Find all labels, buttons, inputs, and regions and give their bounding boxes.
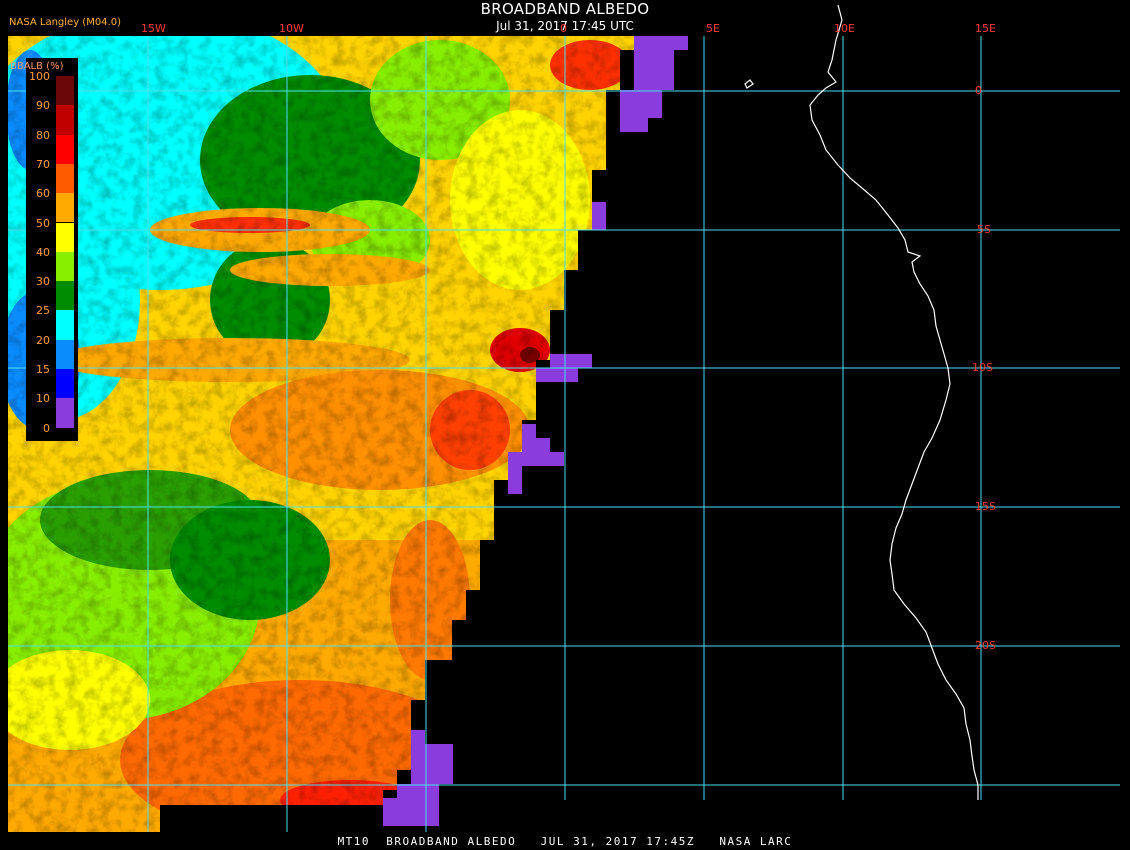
no-data-block: [397, 784, 439, 798]
lat-label-15s: 15S: [975, 500, 996, 513]
legend-label: 60: [36, 187, 50, 201]
no-data-block: [411, 744, 453, 784]
coastline: [744, 4, 979, 800]
legend-swatch: [56, 163, 74, 194]
coastline-island: [744, 79, 754, 89]
lon-label-10e: 10E: [834, 22, 855, 35]
legend-label: 50: [36, 216, 50, 230]
legend-swatch: [56, 134, 74, 164]
legend-swatch: [56, 310, 74, 340]
legend-label: 70: [36, 157, 50, 171]
no-data-block: [634, 50, 674, 90]
legend-swatch: [56, 369, 74, 399]
no-data-block: [620, 90, 662, 118]
no-data-block: [522, 424, 536, 438]
no-data-block: [522, 438, 550, 452]
lat-label-20s: 20S: [975, 639, 996, 652]
no-data-block: [634, 36, 688, 50]
lat-label-10s: 10S: [972, 361, 993, 374]
footer-caption: MT10 BROADBAND ALBEDO JUL 31, 2017 17:45…: [337, 835, 793, 848]
legend-label: 100: [29, 70, 50, 83]
legend-swatch: [56, 105, 74, 135]
lon-label-5e: 5E: [706, 22, 720, 35]
legend-label: 0: [43, 421, 50, 435]
legend-swatch: [56, 339, 74, 369]
no-data-block: [550, 354, 592, 368]
lon-label-15e: 15E: [975, 22, 996, 35]
legend-label: 40: [36, 245, 50, 259]
legend-label: 25: [36, 304, 50, 318]
legend-swatch: [56, 222, 74, 252]
legend-swatch: [56, 76, 74, 106]
legend-label: 10: [36, 392, 50, 406]
albedo-map: [8, 4, 1120, 832]
source-label: NASA Langley (M04.0): [9, 17, 121, 28]
legend-label: 15: [36, 363, 50, 376]
legend-label: 20: [36, 333, 50, 347]
legend-label: 30: [36, 275, 50, 289]
page-title: BROADBAND ALBEDO: [480, 0, 650, 18]
legend-swatch: [56, 281, 74, 311]
legend-label: 90: [36, 99, 50, 113]
no-data-block: [508, 466, 522, 494]
legend-swatch: [56, 251, 74, 282]
no-data-block: [592, 202, 606, 230]
legend-swatch: [56, 398, 74, 428]
no-data-block: [620, 118, 648, 132]
legend-swatch: [56, 193, 74, 223]
coastline-africa: [809, 4, 979, 800]
lon-label-15w: 15W: [141, 22, 166, 35]
lon-label-10w: 10W: [279, 22, 304, 35]
no-data-block: [411, 730, 425, 744]
legend-label: 80: [36, 128, 50, 142]
no-data-block: [383, 798, 439, 826]
no-data-block: [508, 452, 564, 466]
no-data-block: [536, 368, 578, 382]
lat-label-0: 0: [975, 84, 982, 97]
lat-label-5s: 5S: [977, 223, 991, 236]
lon-label-0: 0: [560, 22, 567, 35]
